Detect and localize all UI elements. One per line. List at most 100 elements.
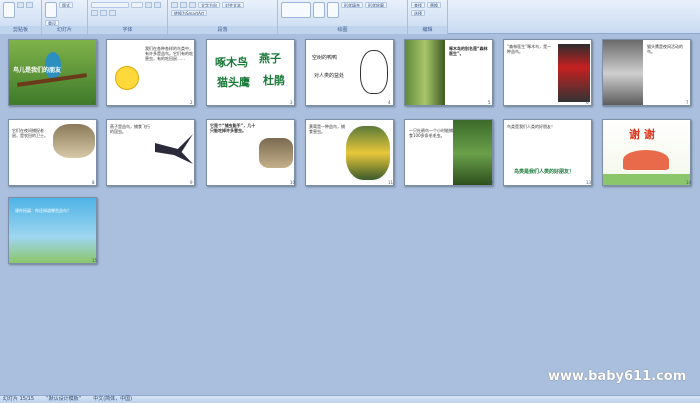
- slide-thumbnail-7[interactable]: 猫头鹰是夜间活动的鸟。: [602, 39, 691, 106]
- slide-10-text: 它是个“捕虫能手”，几十只能吃掉许多害虫。: [210, 123, 256, 133]
- italic-icon[interactable]: [154, 2, 161, 8]
- copy-icon[interactable]: [26, 2, 33, 8]
- status-slide-count: 幻灯片 15/15: [3, 396, 34, 402]
- slide-14-title: 谢 谢: [629, 128, 655, 141]
- bold-icon[interactable]: [145, 2, 152, 8]
- group-label-clipboard: 剪贴板: [0, 26, 41, 34]
- align-text-button[interactable]: 对齐文本: [222, 2, 244, 8]
- slide-number-12: 12: [488, 180, 494, 185]
- slide-sorter-area: 鸟儿是我们的朋友 1 我们在各种各样的鸟类中，有许多是益鸟。它们有的吃害虫，有的…: [0, 34, 700, 395]
- shape-outline-button[interactable]: 形状轮廓: [365, 2, 387, 8]
- slide-number-13: 13: [586, 180, 592, 185]
- slide-4-title: 空树的鸭鸭: [312, 55, 338, 61]
- status-theme: “默认设计模板”: [46, 396, 82, 402]
- slide-4-subtitle: 对人类的益处: [314, 73, 345, 79]
- slide-8-text: 它们在夜间捕捉老鼠，是农田的卫士。: [12, 128, 48, 138]
- slide-13-text: 鸟类是我们人类的好朋友！: [507, 124, 555, 129]
- paste-button[interactable]: [3, 2, 15, 18]
- ribbon-group-paragraph: 文字方向 对齐文本 转换为SmartArt 段落: [168, 0, 278, 34]
- slide-number-11: 11: [388, 180, 394, 185]
- slide-thumbnail-10[interactable]: 它是个“捕虫能手”，几十只能吃掉许多害虫。: [206, 119, 295, 186]
- mushroom-image: [623, 150, 669, 170]
- slide-number-5: 5: [488, 100, 491, 105]
- owl-drawing: [360, 50, 388, 94]
- oriole-photo: [346, 126, 390, 180]
- find-button[interactable]: 查找: [411, 2, 425, 8]
- slide-thumbnail-15[interactable]: 课外拓展：你还知道哪些益鸟？: [8, 197, 97, 264]
- group-label-slides: 幻灯片: [42, 26, 87, 34]
- owl-photo: [603, 40, 643, 105]
- select-button[interactable]: 选择: [411, 10, 425, 16]
- ribbon-group-font: 字体: [88, 0, 168, 34]
- slide-number-1: 1: [92, 100, 95, 105]
- slide-thumbnail-2[interactable]: 我们在各种各样的鸟类中，有许多是益鸟。它们有的吃害虫，有的吃田鼠……: [106, 39, 195, 106]
- shape-fill-button[interactable]: 形状填充: [341, 2, 363, 8]
- watermark: www.baby611.com: [548, 369, 687, 384]
- slide-thumbnail-13[interactable]: 鸟类是我们人类的好朋友！ 鸟类是我们人类的好朋友！: [503, 119, 592, 186]
- font-color-icon[interactable]: [109, 10, 116, 16]
- slide-7-text: 猫头鹰是夜间活动的鸟。: [647, 44, 683, 54]
- slide-13-link: 鸟类是我们人类的好朋友！: [514, 169, 575, 175]
- indent-icon[interactable]: [189, 2, 196, 8]
- slide-thumbnail-3[interactable]: 啄木鸟 燕子 猫头鹰 杜鹃: [206, 39, 295, 106]
- font-name-select[interactable]: [91, 2, 129, 8]
- ribbon-group-clipboard: 剪贴板: [0, 0, 42, 34]
- slide-5-text: 啄木鸟的别名是“森林医生”。: [449, 46, 488, 56]
- cuckoo-photo: [453, 120, 492, 185]
- slide-thumbnail-4[interactable]: 空树的鸭鸭 对人类的益处: [305, 39, 394, 106]
- font-size-select[interactable]: [131, 2, 143, 8]
- slide-thumbnail-9[interactable]: 燕子是益鸟，捕食飞行的昆虫。: [106, 119, 195, 186]
- group-label-font: 字体: [88, 26, 167, 34]
- numbering-icon[interactable]: [180, 2, 187, 8]
- replace-button[interactable]: 替换: [427, 2, 441, 8]
- slide-number-2: 2: [190, 100, 193, 105]
- bird-photo-10: [259, 138, 293, 168]
- owl-photo-2: [53, 124, 95, 158]
- arrange-button[interactable]: [313, 2, 325, 18]
- slide-number-3: 3: [290, 100, 293, 105]
- slide-1-title: 鸟儿是我们的朋友: [13, 67, 62, 74]
- ribbon: 剪贴板 版式 重设 幻灯片 字体 文字方向 对齐文本 转换为SmartArt 段…: [0, 0, 700, 34]
- layout-button[interactable]: 版式: [59, 2, 73, 8]
- slide-thumbnail-8[interactable]: 它们在夜间捕捉老鼠，是农田的卫士。: [8, 119, 97, 186]
- slide-3-word-3: 猫头鹰: [217, 76, 250, 89]
- slide-3-word-2: 燕子: [259, 52, 281, 65]
- slide-thumbnail-14[interactable]: 谢 谢: [602, 119, 691, 186]
- woodpecker-photo-2: [558, 44, 590, 102]
- swallow-image: [155, 134, 193, 164]
- slide-9-text: 燕子是益鸟，捕食飞行的昆虫。: [110, 124, 150, 134]
- new-slide-button[interactable]: [45, 2, 57, 18]
- group-label-paragraph: 段落: [168, 26, 277, 34]
- slide-number-4: 4: [388, 100, 391, 105]
- bullets-icon[interactable]: [171, 2, 178, 8]
- slide-number-10: 10: [290, 180, 296, 185]
- slide-thumbnail-11[interactable]: 黄莺是一种益鸟，捕食害虫。: [305, 119, 394, 186]
- slide-number-7: 7: [686, 100, 689, 105]
- text-direction-button[interactable]: 文字方向: [198, 2, 220, 8]
- grass-image: [603, 174, 690, 185]
- slide-number-6: 6: [586, 100, 589, 105]
- ribbon-group-slides: 版式 重设 幻灯片: [42, 0, 88, 34]
- slide-number-14: 14: [686, 180, 692, 185]
- strike-icon[interactable]: [100, 10, 107, 16]
- quick-styles-button[interactable]: [327, 2, 339, 18]
- status-bar: 幻灯片 15/15 “默认设计模板” 中文(简体，中国): [0, 395, 700, 403]
- slide-thumbnail-1[interactable]: 鸟儿是我们的朋友: [8, 39, 97, 106]
- cut-icon[interactable]: [17, 2, 24, 8]
- group-label-drawing: 绘图: [278, 26, 407, 34]
- slide-3-word-4: 杜鹃: [263, 74, 285, 87]
- smartart-button[interactable]: 转换为SmartArt: [171, 10, 208, 16]
- slide-6-text: “森林医生”啄木鸟，是一种益鸟。: [507, 44, 552, 54]
- slide-11-text: 黄莺是一种益鸟，捕食害虫。: [309, 124, 345, 134]
- slide-thumbnail-5[interactable]: 啄木鸟的别名是“森林医生”。: [404, 39, 493, 106]
- slide-3-word-1: 啄木鸟: [215, 56, 248, 69]
- slide-thumbnail-6[interactable]: “森林医生”啄木鸟，是一种益鸟。: [503, 39, 592, 106]
- underline-icon[interactable]: [91, 10, 98, 16]
- ribbon-group-drawing: 形状填充 形状轮廓 绘图: [278, 0, 408, 34]
- slide-number-8: 8: [92, 180, 95, 185]
- group-label-editing: 编辑: [408, 26, 447, 34]
- slide-thumbnail-12[interactable]: 一只杜鹃鸟一个小时能捕食100多条毛毛虫。: [404, 119, 493, 186]
- shapes-gallery[interactable]: [281, 2, 311, 18]
- status-language: 中文(简体，中国): [93, 396, 133, 402]
- slide-15-text: 课外拓展：你还知道哪些益鸟？: [15, 208, 71, 213]
